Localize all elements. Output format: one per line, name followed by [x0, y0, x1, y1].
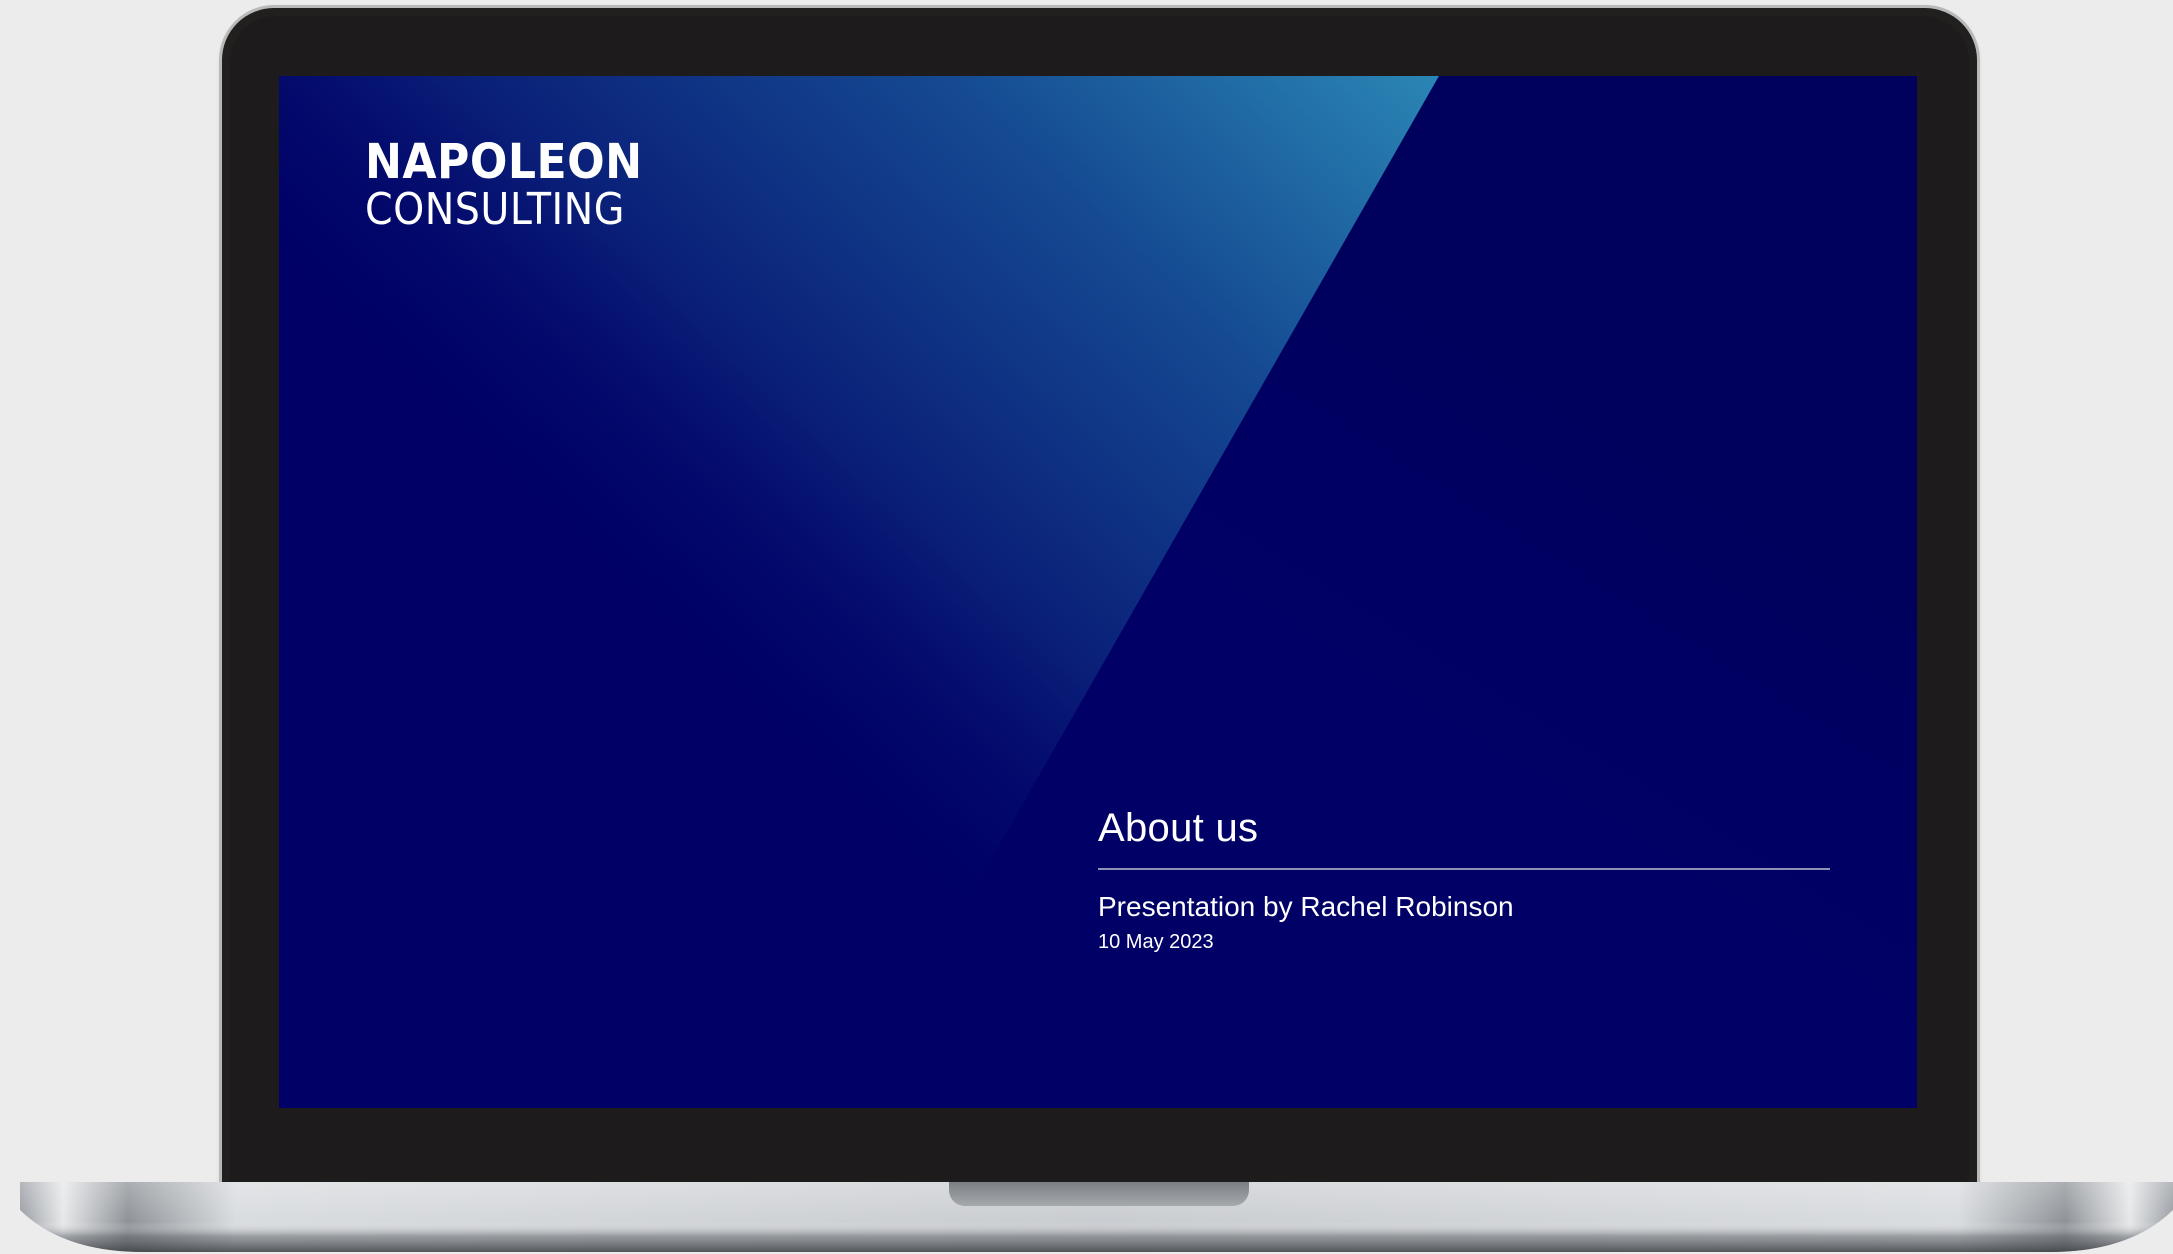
laptop-base [20, 1182, 2173, 1254]
title-block: About us Presentation by Rachel Robinson… [1098, 804, 1830, 954]
logo-wordmark-line1: NAPOLEON [365, 134, 643, 190]
napoleon-consulting-logo: NAPOLEON CONSULTING [365, 138, 667, 232]
lid-opening-notch [949, 1182, 1249, 1206]
presentation-date: 10 May 2023 [1098, 930, 1214, 953]
slide-title: About us [1098, 806, 1259, 850]
laptop-mockup: NAPOLEON CONSULTING About us Presentatio… [0, 0, 2173, 1254]
presentation-slide: NAPOLEON CONSULTING About us Presentatio… [279, 76, 1917, 1108]
presenter-line: Presentation by Rachel Robinson [1098, 891, 1514, 922]
title-divider [1098, 868, 1830, 870]
logo-wordmark-line2: CONSULTING [365, 184, 625, 235]
